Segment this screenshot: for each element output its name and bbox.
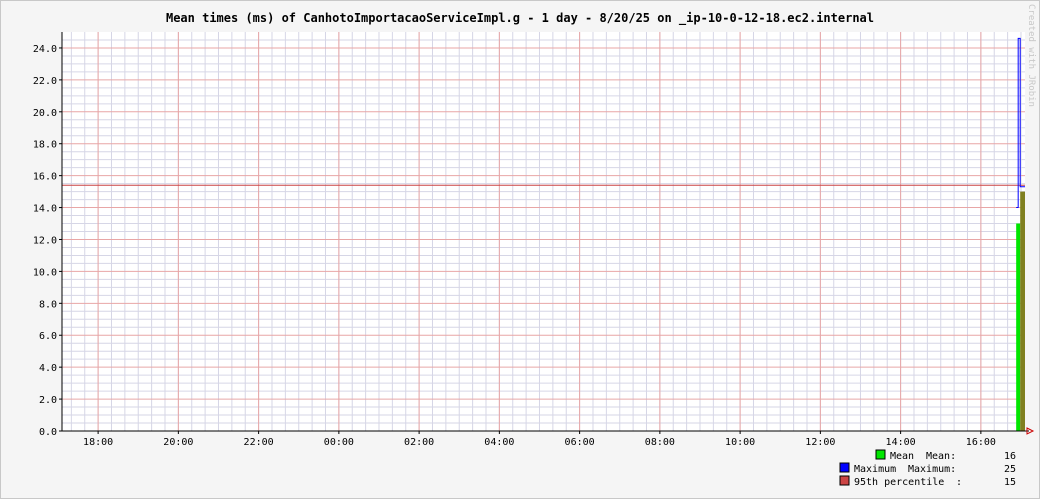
x-tick-label: 08:00 bbox=[645, 437, 675, 448]
legend-stat: : bbox=[956, 477, 962, 488]
legend: Mean Mean: 16 Maximum Maximum: 25 95th percent… bbox=[839, 449, 1016, 488]
legend-label: 95th percentile bbox=[854, 477, 944, 488]
y-tick-label: 4.0 bbox=[39, 363, 57, 374]
legend-swatch bbox=[875, 449, 886, 460]
y-tick-label: 6.0 bbox=[39, 331, 57, 342]
y-tick-label: 0.0 bbox=[39, 427, 57, 438]
y-tick-label: 8.0 bbox=[39, 299, 57, 310]
x-tick-label: 04:00 bbox=[484, 437, 514, 448]
y-axis-ticks: 0.0 2.0 4.0 6.0 8.0 10.0 12.0 14.0 16.0 18.0 20.0 2… bbox=[33, 44, 62, 438]
x-tick-label: 12:00 bbox=[805, 437, 835, 448]
x-axis-ticks: 18:00 20:00 22:00 00:00 02:00 04:00 06:00 08:00… bbox=[83, 431, 996, 448]
y-tick-label: 2.0 bbox=[39, 395, 57, 406]
grid-minor bbox=[62, 32, 1025, 431]
y-tick-label: 24.0 bbox=[33, 44, 57, 55]
x-tick-label: 02:00 bbox=[404, 437, 434, 448]
legend-stat: Mean: bbox=[926, 451, 956, 462]
x-tick-label: 16:00 bbox=[966, 437, 996, 448]
chart-title: Mean times (ms) of CanhotoImportacaoServ… bbox=[166, 11, 874, 26]
y-tick-label: 14.0 bbox=[33, 204, 57, 215]
y-tick-label: 12.0 bbox=[33, 235, 57, 246]
legend-value: 15 bbox=[1004, 477, 1016, 488]
x-tick-label: 14:00 bbox=[886, 437, 916, 448]
legend-swatch bbox=[839, 475, 850, 486]
x-tick-label: 00:00 bbox=[324, 437, 354, 448]
series-mean-bar bbox=[1016, 223, 1021, 431]
y-tick-label: 20.0 bbox=[33, 108, 57, 119]
y-tick-label: 16.0 bbox=[33, 172, 57, 183]
x-tick-label: 22:00 bbox=[244, 437, 274, 448]
chart: Mean times (ms) of CanhotoImportacaoServ… bbox=[33, 4, 1036, 488]
legend-label: Maximum bbox=[854, 464, 896, 475]
legend-swatch bbox=[839, 462, 850, 473]
legend-value: 25 bbox=[1004, 464, 1016, 475]
y-tick-label: 18.0 bbox=[33, 140, 57, 151]
legend-value: 16 bbox=[1004, 451, 1016, 462]
y-tick-label: 10.0 bbox=[33, 267, 57, 278]
x-tick-label: 18:00 bbox=[83, 437, 113, 448]
x-tick-label: 06:00 bbox=[565, 437, 595, 448]
watermark: Created with JRobin bbox=[1026, 4, 1036, 107]
legend-stat: Maximum: bbox=[908, 464, 956, 475]
series-mean-bar-overlap bbox=[1020, 191, 1025, 431]
legend-label: Mean bbox=[890, 451, 914, 462]
x-tick-label: 10:00 bbox=[725, 437, 755, 448]
y-tick-label: 22.0 bbox=[33, 76, 57, 87]
x-tick-label: 20:00 bbox=[163, 437, 193, 448]
